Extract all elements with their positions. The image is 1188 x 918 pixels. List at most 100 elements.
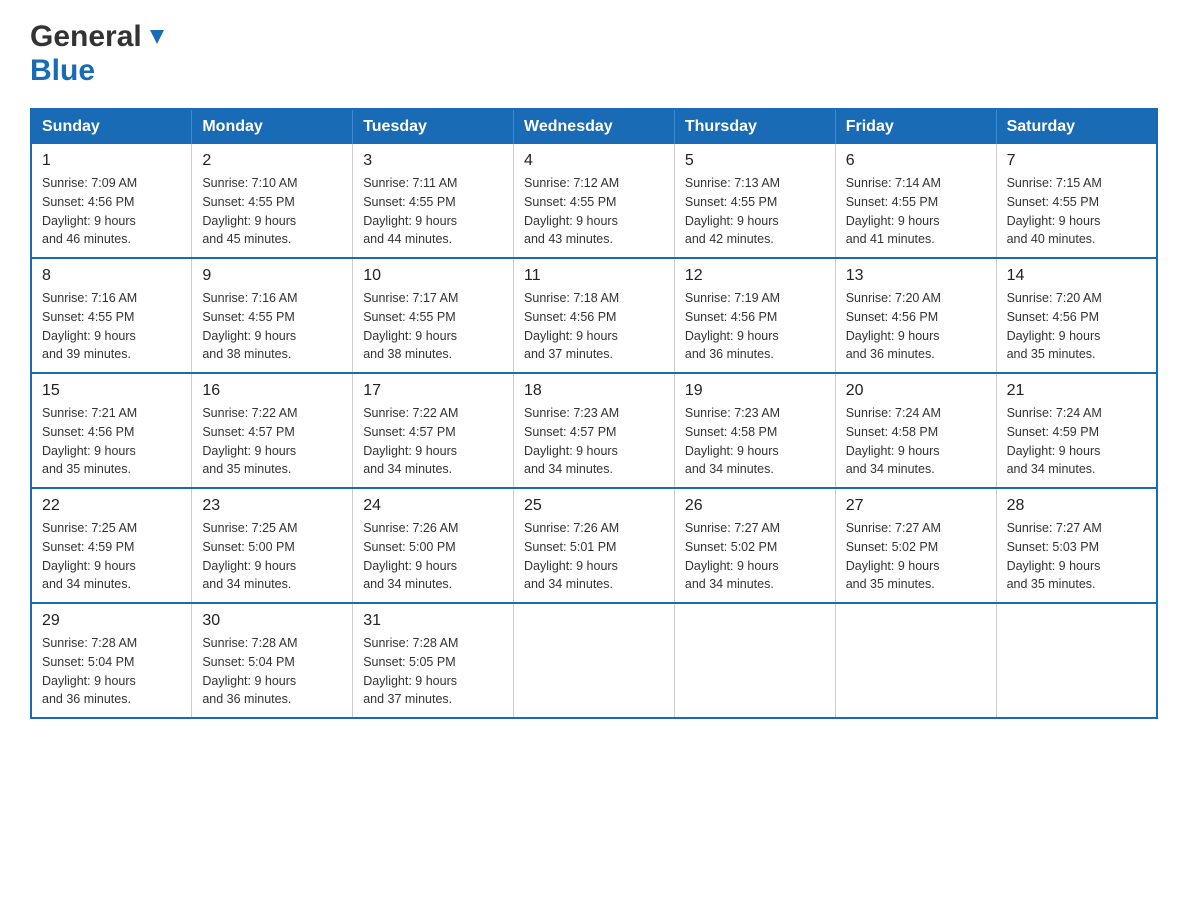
calendar-cell: 5 Sunrise: 7:13 AMSunset: 4:55 PMDaylight… <box>674 144 835 258</box>
day-info: Sunrise: 7:25 AMSunset: 5:00 PMDaylight:… <box>202 519 342 594</box>
calendar-cell: 30 Sunrise: 7:28 AMSunset: 5:04 PMDayligh… <box>192 603 353 718</box>
calendar-week-1: 1 Sunrise: 7:09 AMSunset: 4:56 PMDaylight… <box>31 144 1157 258</box>
day-info: Sunrise: 7:25 AMSunset: 4:59 PMDaylight:… <box>42 519 181 594</box>
logo: General Blue <box>30 20 168 88</box>
calendar-week-5: 29 Sunrise: 7:28 AMSunset: 5:04 PMDayligh… <box>31 603 1157 718</box>
logo-arrow-icon <box>146 26 168 53</box>
calendar-cell: 2Sunrise: 7:10 AMSunset: 4:55 PMDaylight… <box>192 144 353 258</box>
calendar-week-2: 8 Sunrise: 7:16 AMSunset: 4:55 PMDaylight… <box>31 258 1157 373</box>
col-header-thursday: Thursday <box>674 109 835 144</box>
calendar-cell: 13Sunrise: 7:20 AMSunset: 4:56 PMDayligh… <box>835 258 996 373</box>
day-number: 19 <box>685 382 825 400</box>
day-number: 15 <box>42 382 181 400</box>
col-header-sunday: Sunday <box>31 109 192 144</box>
calendar-cell <box>514 603 675 718</box>
day-number: 25 <box>524 497 664 515</box>
day-info: Sunrise: 7:16 AMSunset: 4:55 PMDaylight:… <box>42 289 181 364</box>
calendar-cell <box>835 603 996 718</box>
calendar-cell: 15 Sunrise: 7:21 AMSunset: 4:56 PMDayligh… <box>31 373 192 488</box>
day-info: Sunrise: 7:24 AMSunset: 4:59 PMDaylight:… <box>1007 404 1146 479</box>
day-info: Sunrise: 7:20 AMSunset: 4:56 PMDaylight:… <box>1007 289 1146 364</box>
calendar-cell: 7 Sunrise: 7:15 AMSunset: 4:55 PMDaylight… <box>996 144 1157 258</box>
calendar-cell: 31 Sunrise: 7:28 AMSunset: 5:05 PMDayligh… <box>353 603 514 718</box>
calendar-cell: 3Sunrise: 7:11 AMSunset: 4:55 PMDaylight… <box>353 144 514 258</box>
day-info: Sunrise: 7:22 AMSunset: 4:57 PMDaylight:… <box>363 404 503 479</box>
day-number: 24 <box>363 497 503 515</box>
calendar-cell: 11 Sunrise: 7:18 AMSunset: 4:56 PMDayligh… <box>514 258 675 373</box>
day-number: 11 <box>524 267 664 285</box>
calendar-cell <box>996 603 1157 718</box>
calendar-cell: 17Sunrise: 7:22 AMSunset: 4:57 PMDayligh… <box>353 373 514 488</box>
day-info: Sunrise: 7:28 AMSunset: 5:04 PMDaylight:… <box>202 634 342 709</box>
logo-blue-text: Blue <box>30 54 95 87</box>
day-info: Sunrise: 7:21 AMSunset: 4:56 PMDaylight:… <box>42 404 181 479</box>
day-number: 8 <box>42 267 181 285</box>
day-info: Sunrise: 7:27 AMSunset: 5:03 PMDaylight:… <box>1007 519 1146 594</box>
day-info: Sunrise: 7:27 AMSunset: 5:02 PMDaylight:… <box>846 519 986 594</box>
day-number: 13 <box>846 267 986 285</box>
day-number: 5 <box>685 152 825 170</box>
day-info: Sunrise: 7:09 AMSunset: 4:56 PMDaylight:… <box>42 174 181 249</box>
calendar-table: SundayMondayTuesdayWednesdayThursdayFrid… <box>30 108 1158 719</box>
day-number: 22 <box>42 497 181 515</box>
calendar-week-3: 15 Sunrise: 7:21 AMSunset: 4:56 PMDayligh… <box>31 373 1157 488</box>
calendar-cell: 29Sunrise: 7:28 AMSunset: 5:04 PMDayligh… <box>31 603 192 718</box>
day-info: Sunrise: 7:17 AMSunset: 4:55 PMDaylight:… <box>363 289 503 364</box>
day-number: 10 <box>363 267 503 285</box>
calendar-week-4: 22 Sunrise: 7:25 AMSunset: 4:59 PMDayligh… <box>31 488 1157 603</box>
calendar-cell: 23 Sunrise: 7:25 AMSunset: 5:00 PMDayligh… <box>192 488 353 603</box>
day-info: Sunrise: 7:15 AMSunset: 4:55 PMDaylight:… <box>1007 174 1146 249</box>
day-info: Sunrise: 7:26 AMSunset: 5:00 PMDaylight:… <box>363 519 503 594</box>
calendar-cell: 9Sunrise: 7:16 AMSunset: 4:55 PMDaylight… <box>192 258 353 373</box>
calendar-cell: 22 Sunrise: 7:25 AMSunset: 4:59 PMDayligh… <box>31 488 192 603</box>
calendar-cell: 10 Sunrise: 7:17 AMSunset: 4:55 PMDayligh… <box>353 258 514 373</box>
day-number: 29 <box>42 612 181 630</box>
calendar-cell: 28 Sunrise: 7:27 AMSunset: 5:03 PMDayligh… <box>996 488 1157 603</box>
day-number: 16 <box>202 382 342 400</box>
calendar-cell: 26Sunrise: 7:27 AMSunset: 5:02 PMDayligh… <box>674 488 835 603</box>
day-number: 3 <box>363 152 503 170</box>
day-info: Sunrise: 7:10 AMSunset: 4:55 PMDaylight:… <box>202 174 342 249</box>
day-number: 4 <box>524 152 664 170</box>
calendar-cell: 18 Sunrise: 7:23 AMSunset: 4:57 PMDayligh… <box>514 373 675 488</box>
day-info: Sunrise: 7:23 AMSunset: 4:58 PMDaylight:… <box>685 404 825 479</box>
day-info: Sunrise: 7:22 AMSunset: 4:57 PMDaylight:… <box>202 404 342 479</box>
day-number: 1 <box>42 152 181 170</box>
day-number: 7 <box>1007 152 1146 170</box>
calendar-cell: 14 Sunrise: 7:20 AMSunset: 4:56 PMDayligh… <box>996 258 1157 373</box>
calendar-cell: 8 Sunrise: 7:16 AMSunset: 4:55 PMDaylight… <box>31 258 192 373</box>
calendar-cell: 27 Sunrise: 7:27 AMSunset: 5:02 PMDayligh… <box>835 488 996 603</box>
day-info: Sunrise: 7:23 AMSunset: 4:57 PMDaylight:… <box>524 404 664 479</box>
calendar-cell: 21 Sunrise: 7:24 AMSunset: 4:59 PMDayligh… <box>996 373 1157 488</box>
calendar-header-row: SundayMondayTuesdayWednesdayThursdayFrid… <box>31 109 1157 144</box>
col-header-saturday: Saturday <box>996 109 1157 144</box>
calendar-cell: 6Sunrise: 7:14 AMSunset: 4:55 PMDaylight… <box>835 144 996 258</box>
day-number: 14 <box>1007 267 1146 285</box>
day-info: Sunrise: 7:26 AMSunset: 5:01 PMDaylight:… <box>524 519 664 594</box>
day-number: 30 <box>202 612 342 630</box>
day-number: 6 <box>846 152 986 170</box>
day-number: 20 <box>846 382 986 400</box>
day-number: 18 <box>524 382 664 400</box>
col-header-monday: Monday <box>192 109 353 144</box>
day-number: 28 <box>1007 497 1146 515</box>
col-header-tuesday: Tuesday <box>353 109 514 144</box>
day-number: 23 <box>202 497 342 515</box>
day-number: 12 <box>685 267 825 285</box>
day-number: 21 <box>1007 382 1146 400</box>
day-info: Sunrise: 7:18 AMSunset: 4:56 PMDaylight:… <box>524 289 664 364</box>
day-number: 9 <box>202 267 342 285</box>
day-info: Sunrise: 7:27 AMSunset: 5:02 PMDaylight:… <box>685 519 825 594</box>
day-info: Sunrise: 7:19 AMSunset: 4:56 PMDaylight:… <box>685 289 825 364</box>
day-info: Sunrise: 7:13 AMSunset: 4:55 PMDaylight:… <box>685 174 825 249</box>
calendar-cell: 1 Sunrise: 7:09 AMSunset: 4:56 PMDaylight… <box>31 144 192 258</box>
calendar-cell: 4Sunrise: 7:12 AMSunset: 4:55 PMDaylight… <box>514 144 675 258</box>
day-info: Sunrise: 7:28 AMSunset: 5:05 PMDaylight:… <box>363 634 503 709</box>
calendar-cell: 24 Sunrise: 7:26 AMSunset: 5:00 PMDayligh… <box>353 488 514 603</box>
col-header-friday: Friday <box>835 109 996 144</box>
calendar-cell <box>674 603 835 718</box>
calendar-cell: 20 Sunrise: 7:24 AMSunset: 4:58 PMDayligh… <box>835 373 996 488</box>
day-number: 27 <box>846 497 986 515</box>
day-number: 31 <box>363 612 503 630</box>
day-info: Sunrise: 7:24 AMSunset: 4:58 PMDaylight:… <box>846 404 986 479</box>
